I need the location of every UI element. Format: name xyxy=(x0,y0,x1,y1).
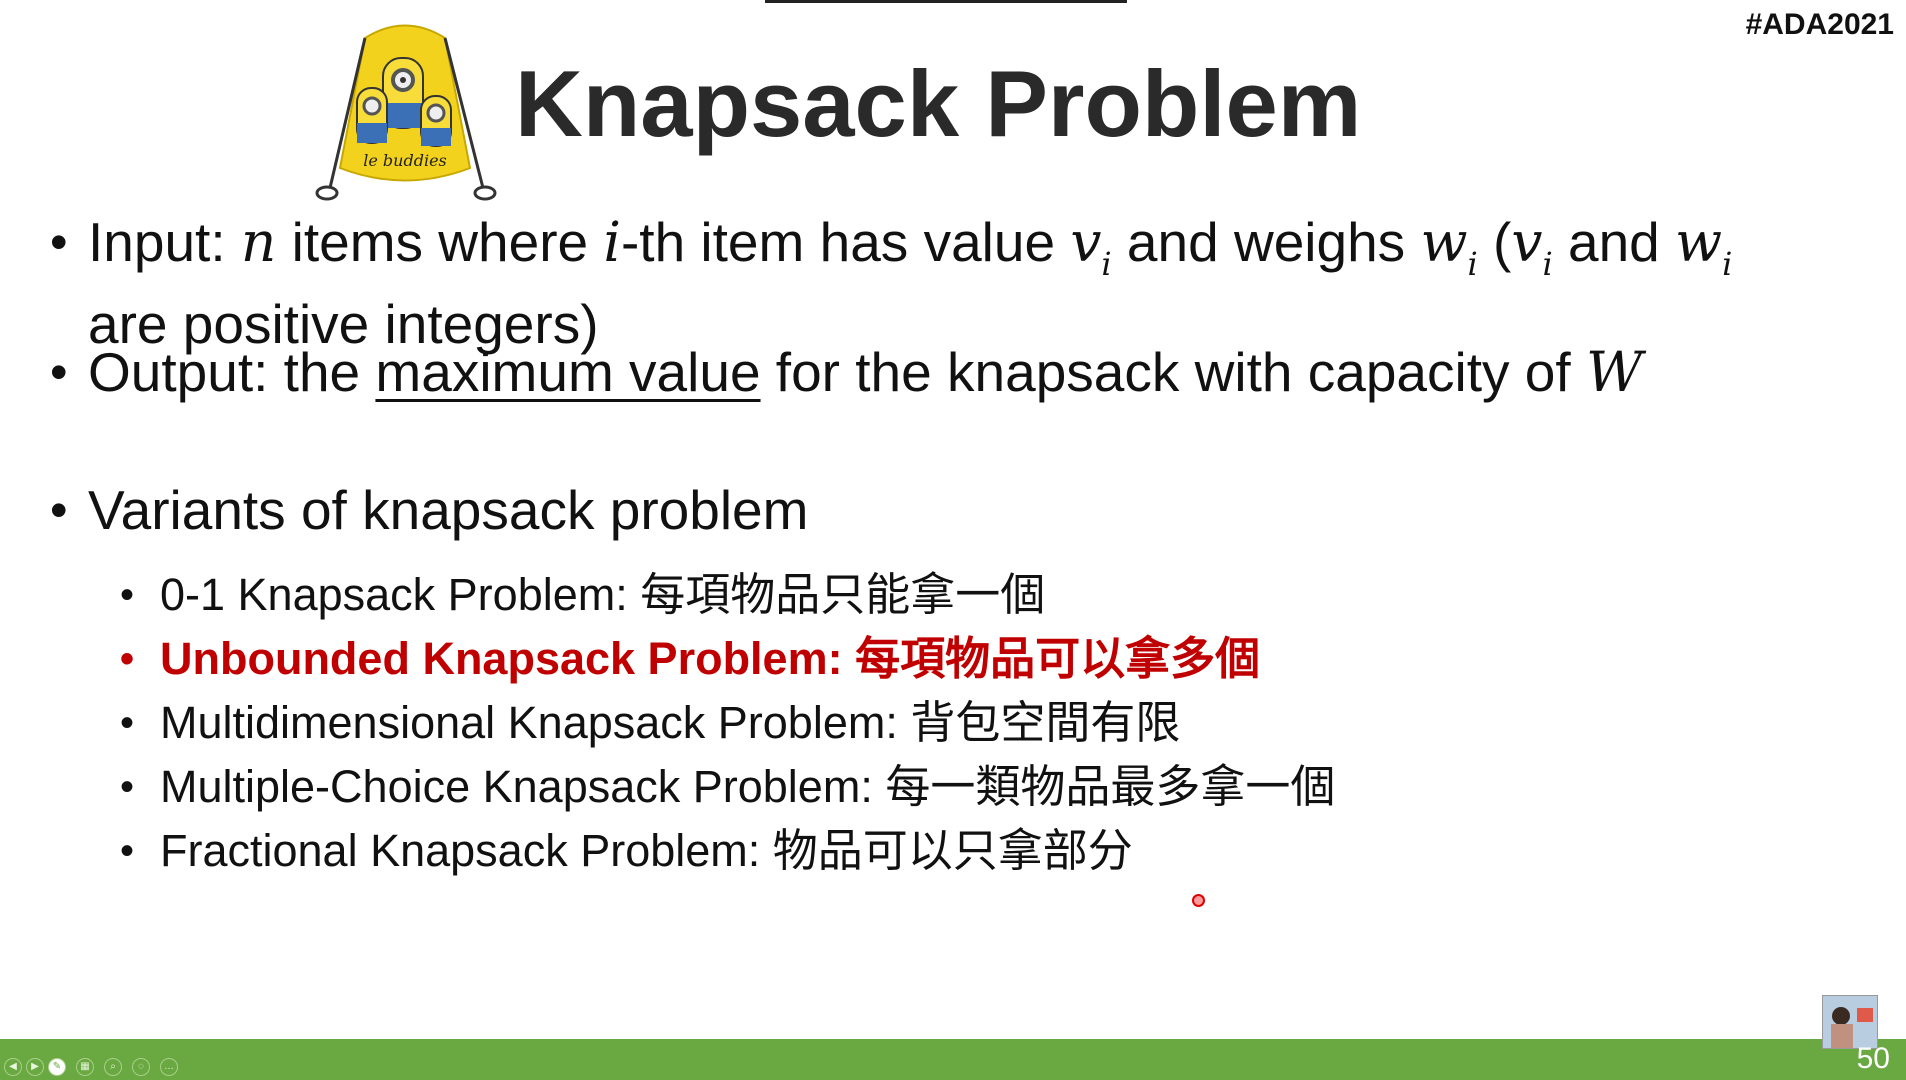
math-W: W xyxy=(1585,340,1643,404)
input-paren-open: ( xyxy=(1477,211,1512,273)
input-mid3: and weighs xyxy=(1111,211,1421,273)
zoom-icon[interactable]: ⌕ xyxy=(104,1058,122,1076)
variants-heading: Variants of knapsack problem xyxy=(88,479,809,541)
input-mid2: -th item has value xyxy=(620,211,1071,273)
bullet-dot: • xyxy=(50,482,68,538)
math-sub-i: i xyxy=(1101,245,1112,283)
variant-item-highlighted: • Unbounded Knapsack Problem: 每項物品可以拿多個 xyxy=(120,633,1261,684)
math-w: w xyxy=(1420,210,1468,274)
prev-slide-icon[interactable]: ◀ xyxy=(4,1058,22,1076)
slides-grid-icon[interactable]: ▦ xyxy=(76,1058,94,1076)
math-sub-i: i xyxy=(1722,245,1733,283)
more-options-icon[interactable]: … xyxy=(160,1058,178,1076)
bag-logo-text: le buddies xyxy=(363,151,447,170)
bullet-input: • Input: n items where i-th item has val… xyxy=(50,210,1850,354)
math-sub-i: i xyxy=(1542,245,1553,283)
math-i: i xyxy=(603,210,621,274)
math-v: v xyxy=(1070,210,1102,274)
input-prefix: Input: xyxy=(88,211,241,273)
pen-tool-icon[interactable]: ✎ xyxy=(48,1058,66,1076)
bullet-output: • Output: the maximum value for the knap… xyxy=(50,342,1850,472)
output-underlined: maximum value xyxy=(375,341,761,403)
output-suffix: for the knapsack with capacity of xyxy=(760,341,1586,403)
main-bullet-list: • Input: n items where i-th item has val… xyxy=(50,212,1850,540)
hashtag-label: #ADA2021 xyxy=(1745,8,1894,41)
math-v: v xyxy=(1511,210,1543,274)
math-sub-i: i xyxy=(1467,245,1478,283)
input-and: and xyxy=(1552,211,1676,273)
laser-pointer-dot xyxy=(1192,894,1205,907)
math-w: w xyxy=(1675,210,1723,274)
slide-title: Knapsack Problem xyxy=(515,51,1362,156)
variant-item: • 0-1 Knapsack Problem: 每項物品只能拿一個 xyxy=(120,569,1046,620)
bullet-variants: • Variants of knapsack problem xyxy=(50,480,1850,540)
variant-item: • Multidimensional Knapsack Problem: 背包空間… xyxy=(120,697,1181,748)
slide-number: 50 xyxy=(1856,1042,1890,1075)
variant-item: • Multiple-Choice Knapsack Problem: 每一類物品… xyxy=(120,761,1336,812)
presenter-video-thumbnail xyxy=(1822,995,1878,1049)
variants-list: • 0-1 Knapsack Problem: 每項物品只能拿一個 • Unboun… xyxy=(120,566,1820,886)
presentation-bottom-bar xyxy=(0,1039,1906,1080)
input-mid1: items where xyxy=(276,211,604,273)
variant-item: • Fractional Knapsack Problem: 物品可以只拿部分 xyxy=(120,825,1133,876)
output-prefix: Output: the xyxy=(88,341,376,403)
math-n: n xyxy=(240,210,277,274)
bullet-dot: • xyxy=(50,214,68,270)
next-slide-icon[interactable]: ▶ xyxy=(26,1058,44,1076)
backpack-illustration: le buddies xyxy=(315,24,497,201)
subtitle-icon[interactable]: ◌ xyxy=(132,1058,150,1076)
top-divider-line xyxy=(765,0,1127,3)
bullet-dot: • xyxy=(50,344,68,400)
